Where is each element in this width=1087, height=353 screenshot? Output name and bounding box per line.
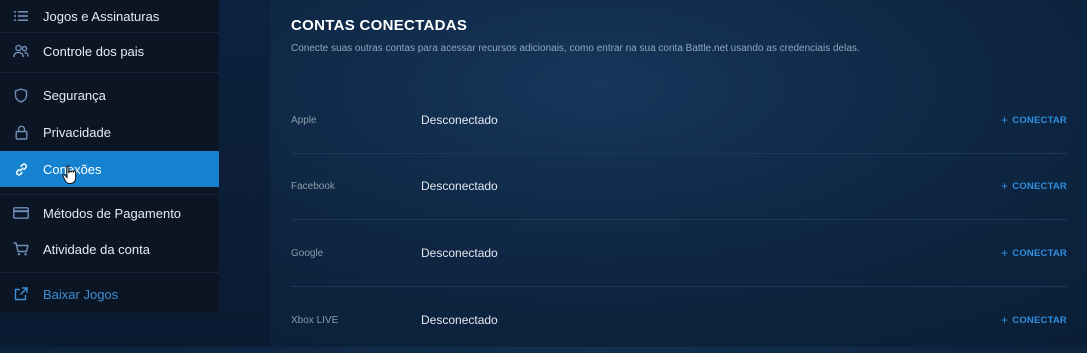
connect-facebook-button[interactable]: + CONECTAR bbox=[1001, 153, 1067, 219]
sidebar-item-payment-methods[interactable]: Métodos de Pagamento bbox=[0, 195, 219, 231]
shield-icon bbox=[13, 87, 29, 103]
sidebar-item-label: Baixar Jogos bbox=[43, 286, 119, 302]
sidebar-item-connections[interactable]: Conexões bbox=[0, 151, 219, 187]
sidebar-item-parental-controls[interactable]: Controle dos pais bbox=[0, 33, 219, 69]
sidebar-item-security[interactable]: Segurança bbox=[0, 77, 219, 113]
account-row-google: Google Desconectado + CONECTAR bbox=[291, 220, 1067, 286]
sidebar-item-account-activity[interactable]: Atividade da conta bbox=[0, 231, 219, 267]
plus-icon: + bbox=[1001, 313, 1009, 327]
account-row-facebook: Facebook Desconectado + CONECTAR bbox=[291, 153, 1067, 219]
credit-card-icon bbox=[13, 205, 29, 221]
connect-label: CONECTAR bbox=[1012, 180, 1067, 192]
connection-status: Desconectado bbox=[421, 246, 498, 260]
connect-apple-button[interactable]: + CONECTAR bbox=[1001, 87, 1067, 153]
connect-label: CONECTAR bbox=[1012, 247, 1067, 259]
cart-icon bbox=[13, 241, 29, 257]
page-title: CONTAS CONECTADAS bbox=[291, 17, 468, 34]
sidebar-item-label: Controle dos pais bbox=[43, 43, 145, 59]
sidebar-item-label: Segurança bbox=[43, 87, 106, 103]
plus-icon: + bbox=[1001, 113, 1009, 127]
hand-cursor-icon bbox=[62, 165, 77, 184]
connection-status: Desconectado bbox=[421, 179, 498, 193]
connection-status: Desconectado bbox=[421, 313, 498, 327]
sidebar-item-label: Privacidade bbox=[43, 124, 111, 140]
link-icon bbox=[13, 161, 29, 177]
list-icon bbox=[13, 8, 29, 24]
connect-label: CONECTAR bbox=[1012, 314, 1067, 326]
lock-icon bbox=[13, 124, 29, 140]
sidebar-divider bbox=[0, 72, 219, 73]
service-name: Apple bbox=[291, 114, 317, 126]
sidebar-item-label: Atividade da conta bbox=[43, 241, 150, 257]
connect-xbox-live-button[interactable]: + CONECTAR bbox=[1001, 287, 1067, 353]
plus-icon: + bbox=[1001, 179, 1009, 193]
connection-status: Desconectado bbox=[421, 113, 498, 127]
sidebar-item-label: Jogos e Assinaturas bbox=[43, 8, 160, 24]
sidebar-divider bbox=[0, 272, 219, 273]
service-name: Facebook bbox=[291, 180, 335, 192]
sidebar: Jogos e Assinaturas Controle dos pais Se… bbox=[0, 0, 219, 313]
service-name: Xbox LIVE bbox=[291, 314, 339, 326]
users-icon bbox=[13, 43, 29, 59]
sidebar-item-games-subscriptions[interactable]: Jogos e Assinaturas bbox=[0, 0, 219, 34]
plus-icon: + bbox=[1001, 246, 1009, 260]
connect-label: CONECTAR bbox=[1012, 114, 1067, 126]
service-name: Google bbox=[291, 247, 324, 259]
external-link-icon bbox=[13, 286, 29, 302]
connect-google-button[interactable]: + CONECTAR bbox=[1001, 220, 1067, 286]
page-subtitle: Conecte suas outras contas para acessar … bbox=[291, 43, 860, 54]
account-row-apple: Apple Desconectado + CONECTAR bbox=[291, 87, 1067, 153]
sidebar-item-privacy[interactable]: Privacidade bbox=[0, 114, 219, 150]
sidebar-item-label: Métodos de Pagamento bbox=[43, 205, 182, 221]
sidebar-item-download-games[interactable]: Baixar Jogos bbox=[0, 276, 219, 312]
account-row-xbox-live: Xbox LIVE Desconectado + CONECTAR bbox=[291, 287, 1067, 353]
